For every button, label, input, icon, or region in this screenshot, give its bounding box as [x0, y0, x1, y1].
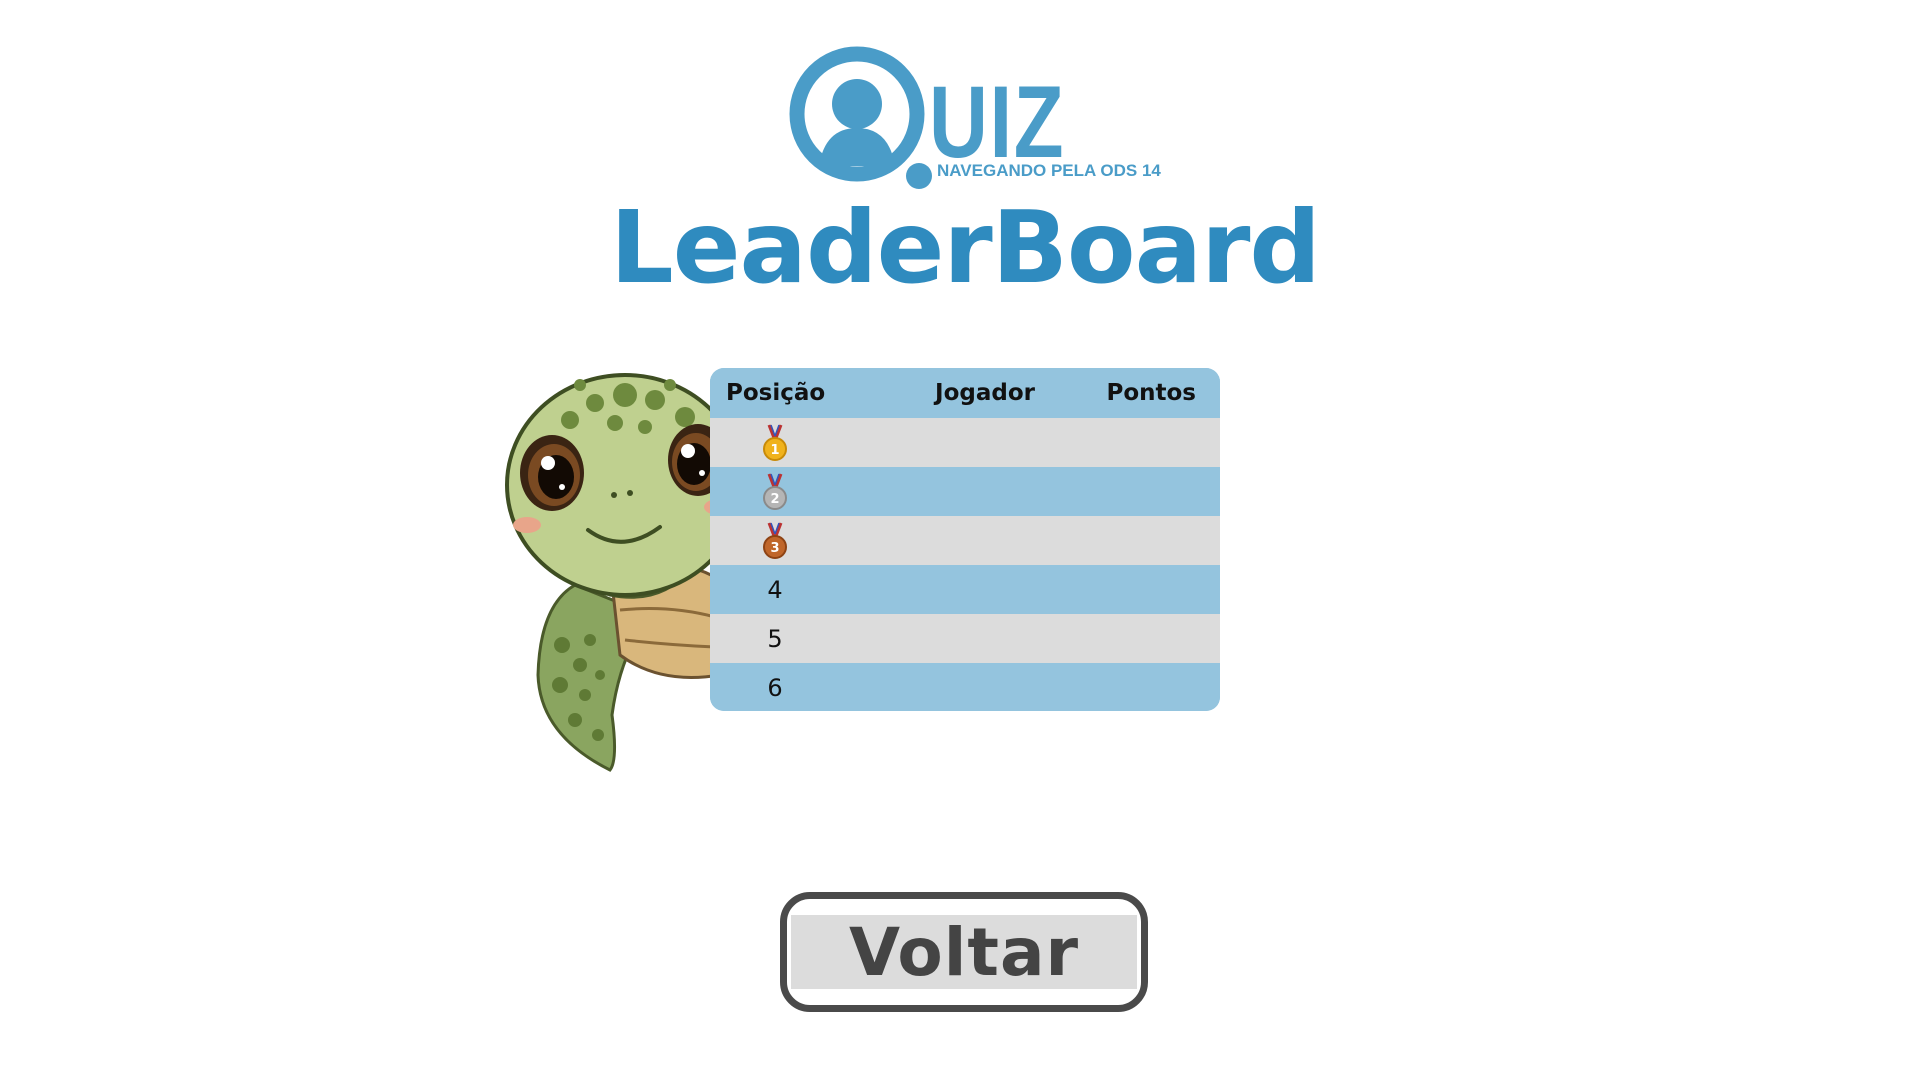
position-cell: 5 — [767, 624, 783, 653]
svg-text:3: 3 — [770, 541, 779, 556]
bronze-medal-icon: 3 — [763, 521, 787, 559]
svg-text:1: 1 — [770, 443, 779, 458]
table-row: 3 — [710, 516, 1220, 565]
table-header: Posição Jogador Pontos — [710, 368, 1220, 418]
position-cell: 4 — [767, 575, 783, 604]
position-cell: 1 — [710, 423, 840, 462]
quiz-q-icon — [789, 46, 932, 189]
header-position: Posição — [726, 380, 826, 406]
table-row: 5 — [710, 614, 1220, 663]
table-row: 6 — [710, 663, 1220, 711]
quiz-logo: UIZ NAVEGANDO PELA ODS 14 — [789, 46, 1161, 196]
logo-subtitle: NAVEGANDO PELA ODS 14 — [937, 161, 1161, 180]
table-row: 1 — [710, 418, 1220, 467]
page-title: LeaderBoard — [609, 189, 1321, 306]
position-cell: 2 — [710, 472, 840, 511]
svg-text:2: 2 — [770, 492, 779, 507]
leaderboard-table: Posição Jogador Pontos 1 2 3 4 5 6 — [710, 368, 1220, 711]
back-button-label[interactable]: Voltar — [849, 914, 1079, 991]
back-button-fill[interactable]: Voltar — [791, 914, 1137, 991]
position-cell: 3 — [710, 521, 840, 560]
back-button[interactable]: Voltar — [780, 892, 1148, 1012]
table-row: 4 — [710, 565, 1220, 614]
position-cell: 6 — [767, 673, 783, 702]
silver-medal-icon: 2 — [763, 472, 787, 510]
table-row: 2 — [710, 467, 1220, 516]
header-player: Jogador — [935, 380, 1035, 406]
header-points: Pontos — [1106, 380, 1196, 406]
gold-medal-icon: 1 — [763, 423, 787, 461]
logo-wordmark: UIZ — [929, 65, 1066, 179]
